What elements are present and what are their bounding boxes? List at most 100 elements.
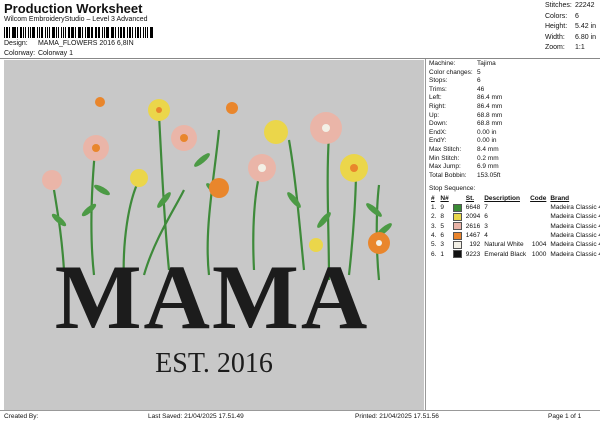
mama-text: MAMA (55, 246, 370, 348)
row-stitches: 9223 (465, 250, 481, 258)
stat-label: Max Stitch: (429, 145, 462, 153)
page-title: Production Worksheet (4, 1, 143, 16)
barcode-bar (112, 27, 115, 38)
stat-row: Max Jump: 6.9 mm (429, 163, 502, 172)
stat-label: Right: (429, 102, 446, 110)
stat-row: Min Stitch: 0.2 mm (429, 155, 502, 164)
barcode-bar (63, 27, 65, 38)
row-swatch (451, 203, 464, 212)
barcode-bar (8, 27, 10, 38)
barcode-bar (94, 27, 96, 38)
machine-stats: Machine: Tajima Color changes: 5 Stops: 6 Trim… (429, 60, 502, 180)
row-stitches: 2616 (465, 222, 481, 230)
stat-row: Total Bobbin: 153.05ft (429, 172, 502, 181)
stat-value: 0.00 in (477, 137, 497, 145)
stop-sequence-title: Stop Sequence: (429, 185, 476, 192)
stat-label: Max Jump: (429, 163, 461, 171)
row-stitches: 2094 (465, 213, 481, 221)
design-label: Design: (4, 40, 28, 47)
col-needle: N# (440, 195, 449, 202)
stat-value: 6 (477, 77, 481, 85)
barcode-bar (126, 27, 128, 38)
stop-sequence-table: # N# St. Description Code Brand 1. 9 6648 7… (429, 194, 600, 259)
stat-value: 0.00 in (477, 128, 497, 136)
barcode-bar (82, 27, 84, 38)
barcode-bar (20, 27, 22, 38)
row-needle: 1 (440, 250, 445, 258)
row-brand: Madeira Classic 40 (550, 213, 600, 221)
barcode-bar (102, 27, 103, 38)
barcode-bar (120, 27, 122, 38)
stat-row: Up: 68.8 mm (429, 112, 502, 121)
row-brand: Madeira Classic 40 (550, 241, 600, 249)
stat-label: Machine: (429, 60, 456, 67)
stat-label: Min Stitch: (429, 154, 460, 162)
header-divider (0, 58, 600, 59)
barcode-bar (98, 27, 101, 38)
color-swatch (452, 222, 462, 231)
row-needle: 6 (440, 232, 445, 240)
row-code (528, 212, 548, 221)
colorway-value: Colorway 1 (37, 50, 73, 57)
panel-divider (425, 59, 426, 410)
barcode-bar (105, 27, 109, 38)
stat-label: Color changes: (429, 68, 473, 76)
barcode-bar (142, 27, 144, 38)
row-swatch (451, 212, 464, 221)
barcode-bar (55, 27, 57, 38)
barcode (4, 27, 154, 38)
barcode-bar (13, 27, 17, 38)
stat-label: EndY: (429, 137, 447, 145)
row-description: Emerald Black (484, 250, 527, 258)
table-row: 1.9 66487 Madeira Classic 40 (429, 203, 600, 212)
barcode-bar (22, 27, 24, 38)
stat-value: 8.4 mm (477, 145, 499, 153)
stat-value: 6.9 mm (477, 163, 499, 171)
table-row: 3.5 26163 Madeira Classic 40 (429, 222, 600, 231)
design-row: Design: MAMA_FLOWERS 2016 6,8IN (4, 40, 134, 47)
barcode-bar (147, 27, 149, 38)
stat-value: 0.2 mm (477, 154, 499, 162)
barcode-bar (24, 27, 26, 38)
col-index: # (431, 195, 435, 202)
stat-value: Tajima (477, 60, 496, 67)
stat-label: EndX: (429, 128, 447, 136)
barcode-bar (85, 27, 87, 38)
row-description: 6 (484, 213, 488, 221)
table-row: 5.3 192Natural White 1004Madeira Classic 4… (429, 240, 600, 249)
stat-value: 68.8 mm (477, 120, 503, 128)
barcode-bar (118, 27, 120, 38)
barcode-bar (27, 27, 30, 38)
footer-last-saved: Last Saved: 21/04/2025 17.51.49 (148, 413, 244, 420)
row-swatch (451, 249, 464, 259)
color-swatch (452, 231, 462, 240)
est-text: EST. 2016 (155, 348, 273, 379)
barcode-bar (77, 27, 79, 38)
stat-row: EndY: 0.00 in (429, 137, 502, 146)
barcode-bar (11, 27, 13, 38)
row-brand: Madeira Classic 40 (550, 250, 600, 258)
barcode-bar (5, 27, 8, 38)
row-swatch (451, 240, 464, 249)
barcode-bar (65, 27, 67, 38)
row-description: 4 (484, 232, 488, 240)
barcode-bar (57, 27, 59, 38)
flowers (42, 97, 390, 254)
barcode-bar (87, 27, 90, 38)
row-stitches: 1467 (465, 232, 481, 240)
barcode-bar (135, 27, 136, 38)
stat-row: Color changes: 5 (429, 69, 502, 78)
row-brand: Madeira Classic 40 (550, 222, 600, 230)
row-code (528, 222, 548, 231)
summary-width: Width: 6.80 in (545, 33, 597, 41)
summary-stitches: Stitches: 22242 (545, 2, 595, 9)
barcode-bar (32, 27, 35, 38)
stat-label: Stops: (429, 77, 448, 85)
color-swatch (452, 250, 462, 259)
stat-label: Total Bobbin: (429, 171, 467, 179)
barcode-bar (90, 27, 93, 38)
row-description: 3 (484, 222, 488, 230)
table-row: 6. 1 9223 Emerald Black 1000 Madeira Classic … (429, 249, 600, 259)
barcode-bar (79, 27, 82, 38)
footer-created-by: Created By: (4, 413, 39, 420)
